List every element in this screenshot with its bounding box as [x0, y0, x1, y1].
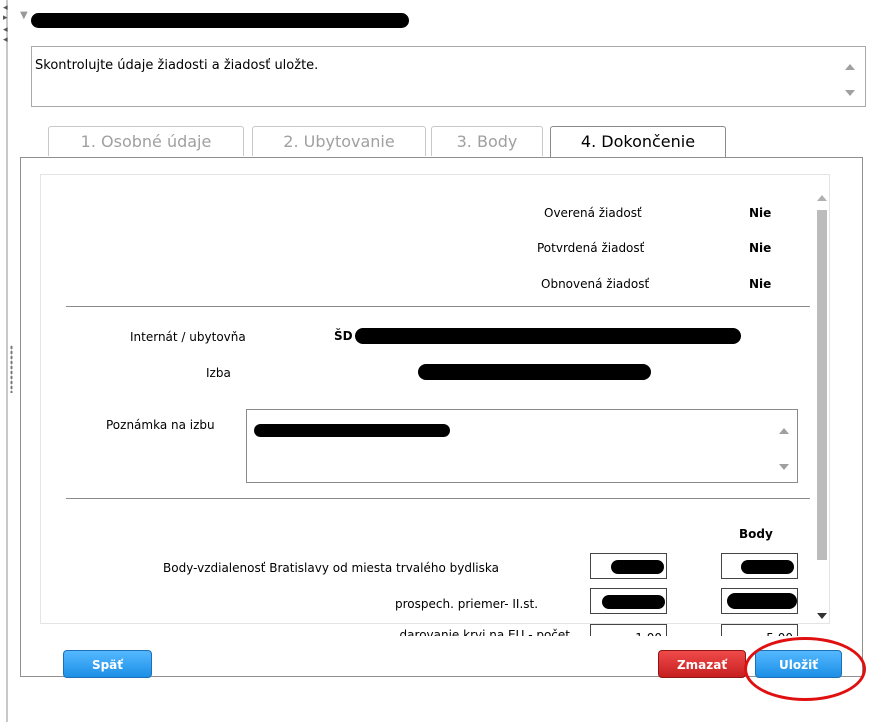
notice-text: Skontrolujte údaje žiadosti a žiadosť ul… — [35, 58, 319, 73]
redacted-header-title — [31, 13, 409, 28]
redacted-points — [727, 593, 797, 609]
scrollbar-thumb[interactable] — [817, 210, 827, 560]
points-row-label: darovanie krvi na EU - počet — [399, 628, 570, 636]
scroll-up-icon[interactable] — [817, 195, 827, 201]
scroll-up-icon[interactable] — [845, 64, 855, 70]
points-header: Body — [739, 527, 773, 541]
dorm-value-prefix: ŠD — [334, 329, 353, 343]
chevron-right-icon: ▸ — [3, 13, 8, 23]
tab-accommodation[interactable]: 2. Ubytovanie — [252, 126, 426, 156]
divider — [66, 498, 810, 499]
points-row-label: prospech. priemer- II.st. — [395, 597, 539, 611]
chevron-left-icon: ◂ — [3, 25, 8, 35]
scroll-down-icon[interactable] — [845, 90, 855, 96]
divider — [66, 306, 810, 307]
vertical-scrollbar[interactable] — [817, 188, 827, 619]
renewed-value: Nie — [749, 277, 772, 291]
chevron-left-icon: ◂ — [3, 3, 8, 13]
confirmed-label: Potvrdená žiadosť — [537, 241, 645, 255]
form-content — [40, 174, 830, 624]
tab-completion[interactable]: 4. Dokončenie — [550, 126, 726, 158]
tab-personal-data[interactable]: 1. Osobné údaje — [48, 126, 244, 156]
resize-grip[interactable] — [10, 345, 13, 393]
points-row-value: 1,00 — [590, 624, 667, 636]
room-note-field[interactable] — [246, 409, 798, 483]
tab-points[interactable]: 3. Body — [431, 126, 543, 156]
redacted-room-note — [254, 424, 450, 437]
scroll-down-icon[interactable] — [779, 464, 789, 470]
back-button[interactable]: Späť — [63, 650, 152, 678]
points-row-points: 5,00 — [721, 624, 798, 636]
redacted-value — [611, 560, 664, 574]
room-note-label: Poznámka na izbu — [106, 418, 215, 432]
scroll-up-icon[interactable] — [779, 428, 789, 434]
highlight-annotation — [744, 637, 866, 701]
scroll-down-icon[interactable] — [817, 613, 827, 619]
collapse-arrow-icon[interactable]: ▼ — [20, 10, 28, 21]
left-border — [6, 0, 8, 722]
notice-box: Skontrolujte údaje žiadosti a žiadosť ul… — [31, 46, 866, 107]
confirmed-value: Nie — [749, 241, 772, 255]
points-row-label: Body-vzdialenosť Bratislavy od miesta tr… — [163, 561, 499, 575]
verified-label: Overená žiadosť — [544, 206, 642, 220]
redacted-dorm-value — [355, 328, 741, 344]
points-row-clipped: darovanie krvi na EU - počet 1,00 5,00 — [300, 624, 820, 636]
verified-value: Nie — [749, 206, 772, 220]
delete-button[interactable]: Zmazať — [658, 650, 746, 678]
redacted-value — [602, 595, 665, 609]
redacted-room-value — [418, 364, 651, 380]
chevron-left-icon: ◂ — [3, 35, 8, 45]
dorm-label: Internát / ubytovňa — [130, 330, 246, 344]
renewed-label: Obnovená žiadosť — [541, 277, 650, 291]
collapse-handle[interactable]: ◂ ▸ ◂ ◂ — [3, 4, 13, 54]
redacted-points — [741, 560, 794, 574]
room-label: Izba — [206, 366, 231, 380]
